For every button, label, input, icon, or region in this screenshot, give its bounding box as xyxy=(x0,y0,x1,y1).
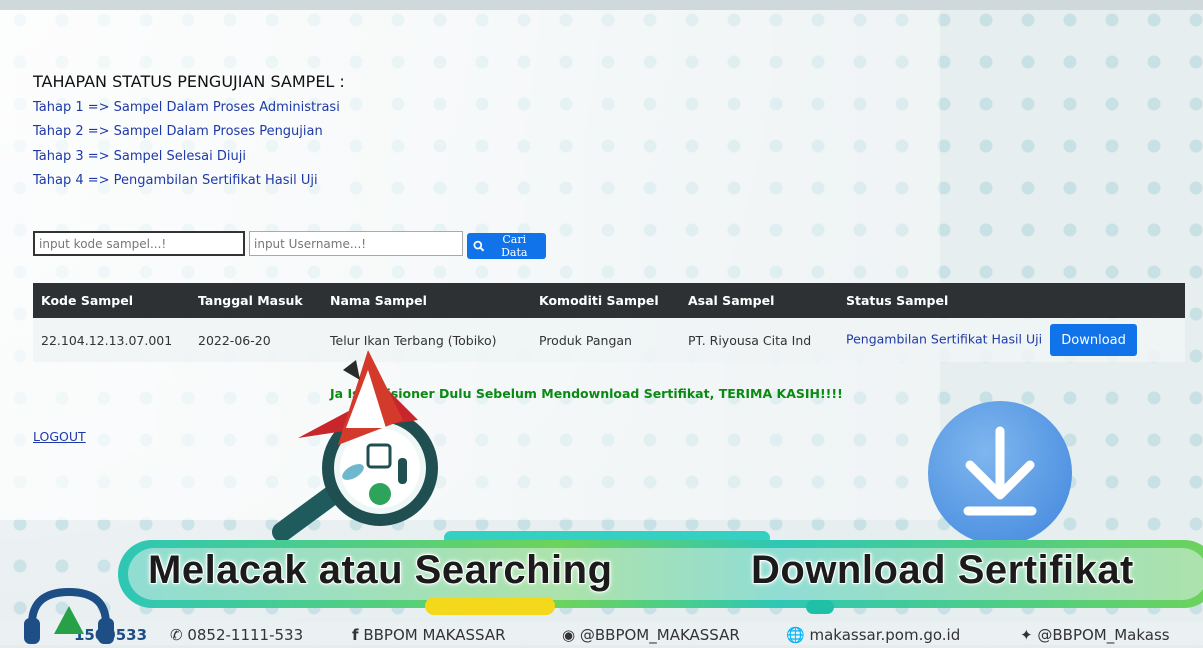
magnifier-logo-icon xyxy=(272,350,438,540)
status-text: Pengambilan Sertifikat Hasil Uji xyxy=(846,331,1043,347)
table-header-row: Kode Sampel Tanggal Masuk Nama Sampel Ko… xyxy=(33,283,1185,318)
banner-accent-yellow xyxy=(425,597,555,615)
website-contact: 🌐 makassar.pom.go.id xyxy=(786,626,960,644)
stage-2: Tahap 2 => Sampel Dalam Proses Pengujian xyxy=(33,124,323,139)
contact-footer: 1500533 ✆ 0852-1111-533 f BBPOM MAKASSAR… xyxy=(0,622,1203,645)
stage-4: Tahap 4 => Pengambilan Sertifikat Hasil … xyxy=(33,173,318,188)
phone-contact: ✆ 0852-1111-533 xyxy=(170,626,304,644)
table-row: 22.104.12.13.07.001 2022-06-20 Telur Ika… xyxy=(33,318,1185,362)
download-circle-icon xyxy=(928,401,1072,545)
website-url: makassar.pom.go.id xyxy=(809,626,961,644)
col-komoditi: Komoditi Sampel xyxy=(531,283,680,318)
col-asal: Asal Sampel xyxy=(680,283,838,318)
stage-3: Tahap 3 => Sampel Selesai Diuji xyxy=(33,149,246,164)
cell-asal: PT. Riyousa Cita Ind xyxy=(680,318,838,362)
instagram-handle: @BBPOM_MAKASSAR xyxy=(579,626,740,644)
col-status: Status Sampel xyxy=(838,283,1185,318)
facebook-contact: f BBPOM MAKASSAR xyxy=(352,626,506,644)
download-button[interactable]: Download xyxy=(1050,324,1138,356)
browser-edge xyxy=(0,0,1203,10)
headset-icon xyxy=(24,587,114,644)
search-button-label: Cari Data xyxy=(501,233,528,259)
stages-title: TAHAPAN STATUS PENGUJIAN SAMPEL : xyxy=(33,72,345,91)
download-arrow-icon xyxy=(963,426,1037,516)
globe-icon: 🌐 xyxy=(786,626,805,644)
col-kode: Kode Sampel xyxy=(33,283,190,318)
cell-komoditi: Produk Pangan xyxy=(531,318,680,362)
sample-code-input[interactable] xyxy=(33,231,245,256)
twitter-contact: ✦ @BBPOM_Makass xyxy=(1020,626,1170,644)
col-nama: Nama Sampel xyxy=(322,283,531,318)
facebook-handle: BBPOM MAKASSAR xyxy=(363,626,506,644)
cell-kode: 22.104.12.13.07.001 xyxy=(33,318,190,362)
stage-1: Tahap 1 => Sampel Dalam Proses Administr… xyxy=(33,100,340,115)
twitter-handle: @BBPOM_Makass xyxy=(1037,626,1170,644)
logout-link[interactable]: LOGOUT xyxy=(33,429,86,444)
instagram-icon: ◉ xyxy=(562,626,576,644)
phone-number: 0852-1111-533 xyxy=(187,626,304,644)
twitter-icon: ✦ xyxy=(1020,626,1033,644)
instagram-contact: ◉ @BBPOM_MAKASSAR xyxy=(562,626,740,644)
col-tanggal: Tanggal Masuk xyxy=(190,283,322,318)
caption-searching: Melacak atau Searching xyxy=(147,547,613,593)
sample-table: Kode Sampel Tanggal Masuk Nama Sampel Ko… xyxy=(33,283,1185,362)
caption-download: Download Sertifikat xyxy=(750,547,1134,593)
cell-status: Pengambilan Sertifikat Hasil Uji Downloa… xyxy=(838,318,1185,362)
banner-accent-dot xyxy=(806,600,834,614)
username-input[interactable] xyxy=(249,231,463,256)
search-button[interactable]: Cari Data xyxy=(467,233,546,259)
facebook-icon: f xyxy=(352,626,359,644)
search-icon xyxy=(473,240,485,252)
